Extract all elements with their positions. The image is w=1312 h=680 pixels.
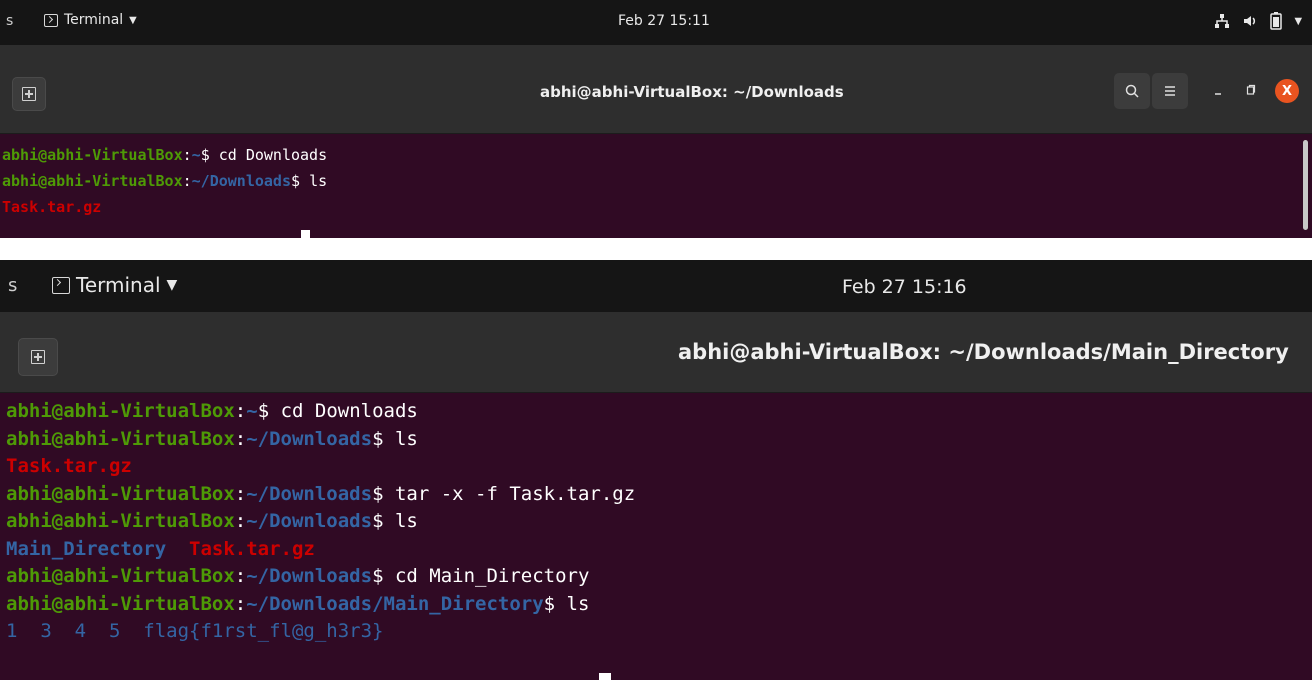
terminal-line: 1 3 4 5 flag{f1rst_fl@g_h3r3} [6, 618, 1312, 646]
minimize-button[interactable] [1213, 81, 1223, 100]
chevron-down-icon: ▼ [1294, 15, 1302, 27]
window-title: abhi@abhi-VirtualBox: ~/Downloads/Main_D… [678, 340, 1289, 364]
chevron-down-icon: ▼ [129, 14, 137, 26]
activities-button[interactable]: s [8, 275, 17, 296]
terminal-header-bar: abhi@abhi-VirtualBox: ~/Downloads X [0, 45, 1312, 134]
app-menu-label: Terminal [76, 273, 161, 297]
menu-button[interactable] [1152, 73, 1188, 109]
archive-file-entry: Task.tar.gz [189, 537, 315, 560]
terminal-screenshot-1: s Terminal ▼ Feb 27 15:11 ▼ abhi@abhi-Vi… [0, 0, 1312, 238]
text-cursor [599, 673, 611, 680]
app-menu-label: Terminal [64, 12, 124, 28]
system-tray[interactable]: ▼ [1214, 12, 1302, 30]
top-bar: s Terminal ▼ Feb 27 15:16 [0, 260, 1312, 312]
scrollbar[interactable] [1303, 140, 1308, 230]
terminal-line: Task.tar.gz [6, 453, 1312, 481]
volume-icon [1244, 16, 1256, 26]
network-icon [1215, 14, 1230, 28]
minimize-icon [1215, 93, 1221, 95]
terminal-line: abhi@abhi-VirtualBox:~$ cd Downloads [6, 400, 418, 422]
terminal-line: abhi@abhi-VirtualBox:~/Downloads$ ls [6, 510, 418, 532]
archive-file-entry: Task.tar.gz [6, 455, 132, 477]
new-tab-button[interactable] [18, 338, 58, 376]
text-cursor [301, 230, 310, 238]
terminal-line: abhi@abhi-VirtualBox:~/Downloads$ cd Mai… [6, 565, 590, 587]
directory-entry: Main_Directory [6, 537, 167, 560]
battery-icon [1270, 12, 1283, 30]
clock[interactable]: Feb 27 15:16 [842, 276, 967, 298]
terminal-header-bar: abhi@abhi-VirtualBox: ~/Downloads/Main_D… [0, 312, 1312, 393]
window-title: abhi@abhi-VirtualBox: ~/Downloads [540, 83, 844, 101]
hamburger-icon [1165, 86, 1175, 96]
search-icon [1125, 84, 1139, 98]
close-icon: X [1281, 83, 1293, 99]
terminal-line: abhi@abhi-VirtualBox:~/Downloads$ tar -x… [6, 482, 636, 505]
chevron-down-icon: ▼ [166, 277, 178, 293]
clock[interactable]: Feb 27 15:11 [618, 13, 710, 29]
new-tab-icon [31, 350, 45, 364]
activities-button[interactable]: s [6, 13, 13, 29]
terminal-output[interactable]: abhi@abhi-VirtualBox:~$ cd Downloads abhi… [0, 134, 1312, 238]
terminal-line: Main_Directory Task.tar.gz [6, 536, 1312, 564]
new-tab-button[interactable] [12, 77, 46, 111]
archive-file-entry: Task.tar.gz [2, 198, 102, 216]
terminal-icon [52, 276, 70, 294]
terminal-app-menu[interactable]: Terminal ▼ [52, 273, 177, 297]
restore-icon [1246, 84, 1256, 95]
terminal-line: Task.tar.gz [2, 194, 1312, 220]
terminal-screenshot-2: s Terminal ▼ Feb 27 15:16 abhi@abhi-Virt… [0, 260, 1312, 680]
terminal-app-menu[interactable]: Terminal ▼ [44, 12, 137, 28]
terminal-icon [44, 13, 58, 27]
terminal-output[interactable]: abhi@abhi-VirtualBox:~$ cd Downloads abhi… [0, 393, 1312, 680]
close-button[interactable]: X [1275, 79, 1299, 103]
file-listing: 1 3 4 5 flag{f1rst_fl@g_h3r3} [6, 620, 384, 642]
terminal-line: abhi@abhi-VirtualBox:~$ cd Downloads [2, 146, 328, 164]
terminal-line: abhi@abhi-VirtualBox:~/Downloads/Main_Di… [6, 592, 590, 615]
terminal-line: abhi@abhi-VirtualBox:~/Downloads$ ls [6, 427, 418, 450]
terminal-line: abhi@abhi-VirtualBox:~/Downloads$ ls [2, 172, 328, 190]
maximize-button[interactable] [1246, 81, 1256, 100]
search-button[interactable] [1114, 73, 1150, 109]
new-tab-icon [22, 87, 36, 101]
top-bar: s Terminal ▼ Feb 27 15:11 ▼ [0, 0, 1312, 45]
